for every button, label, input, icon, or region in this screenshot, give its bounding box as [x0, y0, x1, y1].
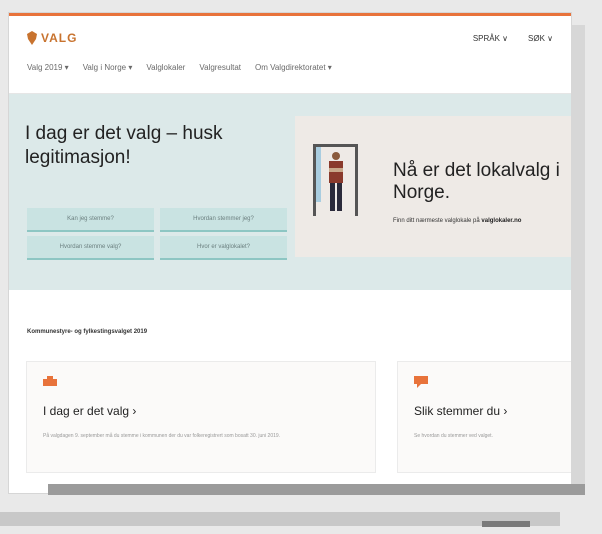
nav-item-valg-2019[interactable]: Valg 2019 ▾: [27, 63, 69, 72]
hero-button-3[interactable]: Hvordan stemme valg?: [27, 236, 154, 260]
language-menu[interactable]: SPRÅK ∨: [473, 34, 508, 43]
site-header: VALG SPRÅK ∨ SØK ∨ Valg 2019 ▾ Valg i No…: [9, 16, 571, 94]
gray-bar: [0, 512, 560, 526]
promo-link[interactable]: valglokaler.no: [481, 218, 521, 224]
logo-text: VALG: [41, 31, 78, 45]
browser-viewport: VALG SPRÅK ∨ SØK ∨ Valg 2019 ▾ Valg i No…: [9, 13, 571, 493]
promo-text: Finn ditt nærmeste valglokale på valglok…: [393, 217, 553, 226]
nav-item-om-valgdirektoratet[interactable]: Om Valgdirektoratet ▾: [255, 63, 332, 72]
promo-title: Nå er det lokalvalg i Norge.: [393, 160, 560, 203]
info-card-valgdag[interactable]: I dag er det valg › På valgdagen 9. sept…: [27, 362, 375, 472]
ballot-box-icon: [43, 376, 57, 386]
top-links: SPRÅK ∨ SØK ∨: [473, 34, 553, 43]
search-menu[interactable]: SØK ∨: [528, 34, 553, 43]
card-title[interactable]: Slik stemmer du ›: [414, 404, 507, 418]
card-text: Se hvordan du stemmer ved valget.: [414, 433, 493, 439]
hero-button-2[interactable]: Hvordan stemmer jeg?: [160, 208, 287, 232]
card-title[interactable]: I dag er det valg ›: [43, 404, 136, 418]
speech-bubble-icon: [414, 376, 428, 388]
voting-booth-illustration: [313, 144, 358, 216]
hero-button-4[interactable]: Hvor er valglokalet?: [160, 236, 287, 260]
card-text: På valgdagen 9. september må du stemme i…: [43, 433, 281, 439]
main-nav: Valg 2019 ▾ Valg i Norge ▾ Valglokaler V…: [27, 63, 332, 72]
hero-title: I dag er det valg – husk legitimasjon!: [25, 123, 223, 168]
nav-item-valgresultat[interactable]: Valgresultat: [199, 63, 241, 72]
nav-item-valg-i-norge[interactable]: Valg i Norge ▾: [83, 63, 133, 72]
hero-button-1[interactable]: Kan jeg stemme?: [27, 208, 154, 232]
promo-panel: Nå er det lokalvalg i Norge. Finn ditt n…: [295, 116, 571, 257]
side-shadow: [571, 25, 585, 495]
nav-item-valglokaler[interactable]: Valglokaler: [146, 63, 185, 72]
promo-text-body: Finn ditt nærmeste valglokale på: [393, 218, 480, 224]
logo[interactable]: VALG: [27, 31, 77, 45]
gray-bar: [482, 521, 530, 527]
section-title: Kommunestyre- og fylkestingsvalget 2019: [27, 329, 148, 335]
shield-icon: [27, 31, 37, 45]
info-card-slik-stemmer-du[interactable]: Slik stemmer du › Se hvordan du stemmer …: [398, 362, 571, 472]
